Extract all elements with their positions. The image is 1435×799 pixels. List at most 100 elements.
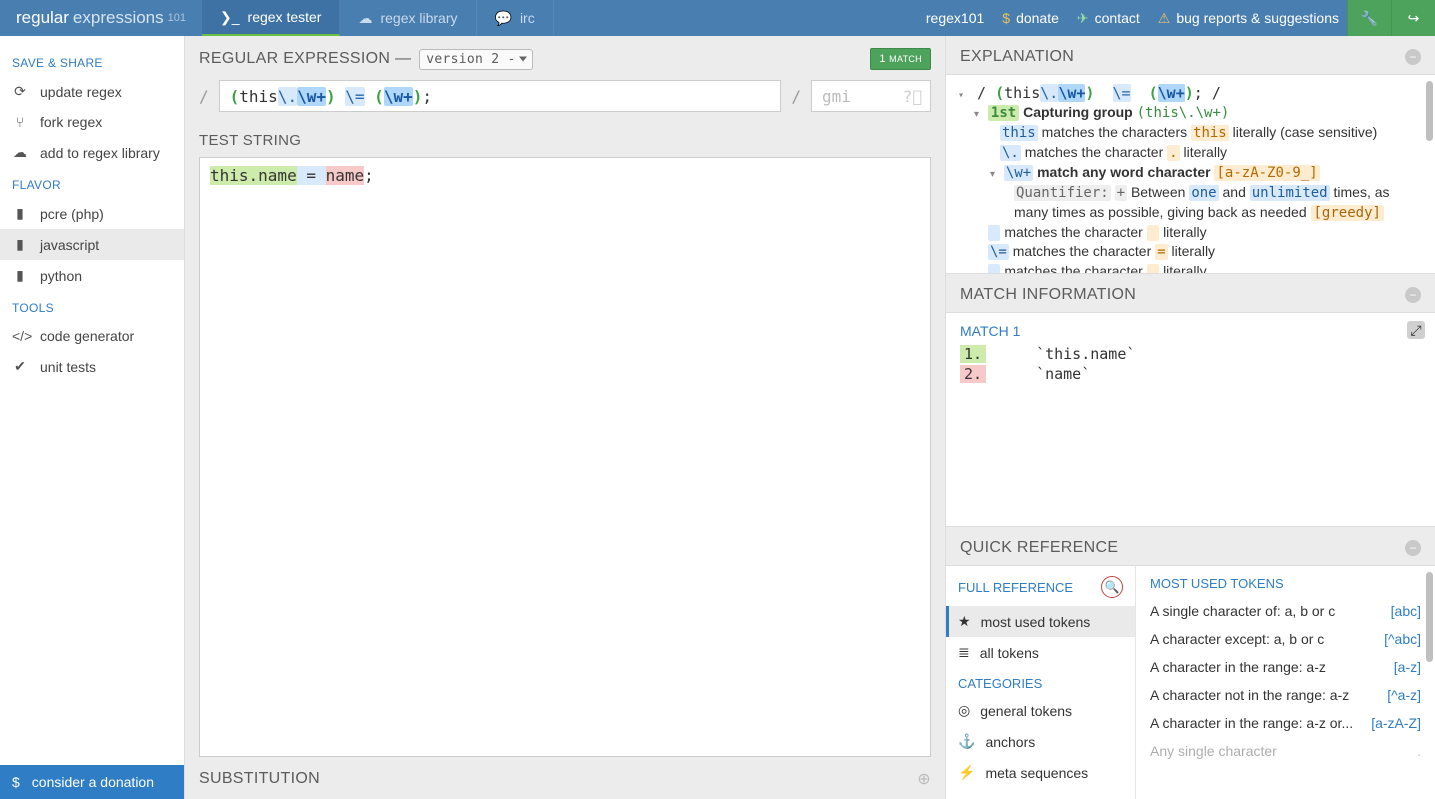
sidebar-item-codegen[interactable]: </> code generator [0, 321, 184, 351]
sidebar-item-fork-regex[interactable]: ⑂ fork regex [0, 107, 184, 137]
quickref-right: MOST USED TOKENS A single character of: … [1136, 566, 1435, 799]
qr-row[interactable]: A character except: a, b or c[^abc] [1136, 625, 1435, 653]
sidebar-item-pcre[interactable]: ▮ pcre (php) [0, 198, 184, 229]
group-2-index: 2. [960, 365, 986, 383]
matchinfo-title: MATCH INFORMATION [960, 286, 1136, 304]
link-label: bug reports & suggestions [1176, 10, 1339, 26]
help-icon[interactable]: ?⃝ [903, 87, 922, 106]
regex-slash-open: / [199, 87, 209, 106]
file-icon: ▮ [12, 267, 28, 284]
top-site-link[interactable]: regex101 [926, 10, 984, 26]
contact-link[interactable]: ✈ contact [1077, 10, 1140, 27]
anchor-icon: ⚓ [958, 733, 975, 750]
qr-item-meta[interactable]: ⚡ meta sequences [946, 757, 1135, 788]
explanation-body[interactable]: ▾ / (this\.\w+) \= (\w+); / ▾ 1st Captur… [946, 74, 1435, 274]
qr-row[interactable]: A single character of: a, b or c[abc] [1136, 597, 1435, 625]
regex-title: REGULAR EXPRESSION — [199, 50, 411, 68]
group-1-value: `this.name` [1036, 345, 1135, 363]
cloud-up-icon: ☁ [12, 144, 28, 161]
sidebar-item-label: pcre (php) [40, 206, 104, 222]
code-icon: </> [12, 328, 28, 344]
sidebar-item-label: fork regex [40, 114, 102, 130]
settings-button[interactable]: 🔧 [1347, 0, 1391, 36]
center-panel: REGULAR EXPRESSION — version 2 - 1 MATCH… [185, 36, 945, 799]
explanation-title: EXPLANATION [960, 48, 1074, 66]
file-icon: ▮ [12, 205, 28, 222]
collapse-icon[interactable]: − [1405, 287, 1421, 303]
test-string-input[interactable]: this.name = name; [199, 157, 931, 757]
top-bar: regular expressions 101 ❯_ regex tester … [0, 0, 1435, 36]
match-count-badge: 1 MATCH [870, 48, 931, 70]
chat-icon: 💬 [495, 10, 512, 27]
dollar-icon: $ [1002, 10, 1010, 26]
sidebar-item-python[interactable]: ▮ python [0, 260, 184, 291]
regex-header: REGULAR EXPRESSION — version 2 - 1 MATCH [185, 36, 945, 80]
categories-header: CATEGORIES [946, 668, 1135, 695]
search-icon[interactable]: 🔍 [1101, 576, 1123, 598]
wrench-icon: 🔧 [1361, 10, 1378, 27]
full-reference-header: FULL REFERENCE 🔍 [946, 566, 1135, 606]
sidebar-item-update-regex[interactable]: ⟳ update regex [0, 76, 184, 107]
qr-row[interactable]: A character not in the range: a-z[^a-z] [1136, 681, 1435, 709]
sidebar-item-add-library[interactable]: ☁ add to regex library [0, 137, 184, 168]
regex-input[interactable]: (this\.\w+) \= (\w+); [219, 80, 782, 112]
sidebar-item-label: add to regex library [40, 145, 160, 161]
refresh-icon: ⟳ [12, 83, 28, 100]
donate-link[interactable]: $ donate [1002, 10, 1059, 26]
signin-icon: ↪ [1408, 10, 1420, 27]
expand-icon[interactable]: ⊕ [917, 769, 931, 789]
quickref-left: FULL REFERENCE 🔍 ★ most used tokens ≣ al… [946, 566, 1136, 799]
collapse-icon[interactable]: − [1405, 540, 1421, 556]
match-1-title: MATCH 1 [960, 323, 1421, 339]
logo-word-1: regular [16, 8, 69, 28]
tab-label: irc [520, 10, 535, 26]
group-1-index: 1. [960, 345, 986, 363]
version-select[interactable]: version 2 - [419, 49, 532, 70]
dollar-icon: $ [12, 774, 20, 790]
main-tabs: ❯_ regex tester ☁ regex library 💬 irc [202, 0, 554, 36]
sidebar-donate-button[interactable]: $ consider a donation [0, 765, 184, 799]
qr-row[interactable]: A character in the range: a-z or...[a-zA… [1136, 709, 1435, 737]
collapse-icon[interactable]: − [1405, 49, 1421, 65]
group1-expr: (this\.\w+) [1137, 105, 1230, 121]
expand-icon[interactable]: ⤢ [1407, 321, 1425, 339]
qr-item-most-used[interactable]: ★ most used tokens [946, 606, 1135, 637]
sidebar-item-label: javascript [40, 237, 99, 253]
group1-badge: 1st [988, 105, 1019, 121]
logo-word-2: expressions [73, 8, 164, 28]
file-icon: ▮ [12, 236, 28, 253]
tab-irc[interactable]: 💬 irc [477, 0, 554, 36]
qr-row[interactable]: Any single character. [1136, 737, 1435, 765]
qr-item-all-tokens[interactable]: ≣ all tokens [946, 637, 1135, 668]
sidebar-item-label: update regex [40, 84, 122, 100]
sidebar-item-label: unit tests [40, 359, 96, 375]
sidebar-item-unit-tests[interactable]: ✔ unit tests [0, 351, 184, 382]
sidebar-section-save: SAVE & SHARE [0, 46, 184, 76]
tab-regex-library[interactable]: ☁ regex library [340, 0, 476, 36]
regex-slash-close: / [791, 87, 801, 106]
qr-item-general[interactable]: ◎ general tokens [946, 695, 1135, 726]
logo[interactable]: regular expressions 101 [0, 0, 202, 36]
regex-flags-input[interactable]: gmi ?⃝ [811, 80, 931, 112]
scrollbar[interactable] [1426, 81, 1433, 141]
check-icon: ✔ [12, 358, 28, 375]
link-label: contact [1095, 10, 1140, 26]
fork-icon: ⑂ [12, 114, 28, 130]
logo-version: 101 [168, 12, 186, 24]
qr-item-anchors[interactable]: ⚓ anchors [946, 726, 1135, 757]
stack-icon: ≣ [958, 644, 970, 661]
sidebar: SAVE & SHARE ⟳ update regex ⑂ fork regex… [0, 36, 185, 799]
flags-placeholder: gmi [822, 87, 851, 106]
signin-button[interactable]: ↪ [1391, 0, 1435, 36]
qr-row[interactable]: A character in the range: a-z[a-z] [1136, 653, 1435, 681]
scrollbar[interactable] [1426, 572, 1433, 662]
bugs-link[interactable]: ⚠ bug reports & suggestions [1158, 10, 1339, 27]
tab-regex-tester[interactable]: ❯_ regex tester [202, 0, 340, 36]
quickref-header: QUICK REFERENCE − [946, 527, 1435, 565]
tab-label: regex tester [248, 9, 322, 25]
sidebar-item-javascript[interactable]: ▮ javascript [0, 229, 184, 260]
paper-plane-icon: ✈ [1077, 10, 1089, 27]
top-links: regex101 $ donate ✈ contact ⚠ bug report… [926, 0, 1347, 36]
link-label: donate [1016, 10, 1059, 26]
quickref-body: FULL REFERENCE 🔍 ★ most used tokens ≣ al… [946, 565, 1435, 799]
